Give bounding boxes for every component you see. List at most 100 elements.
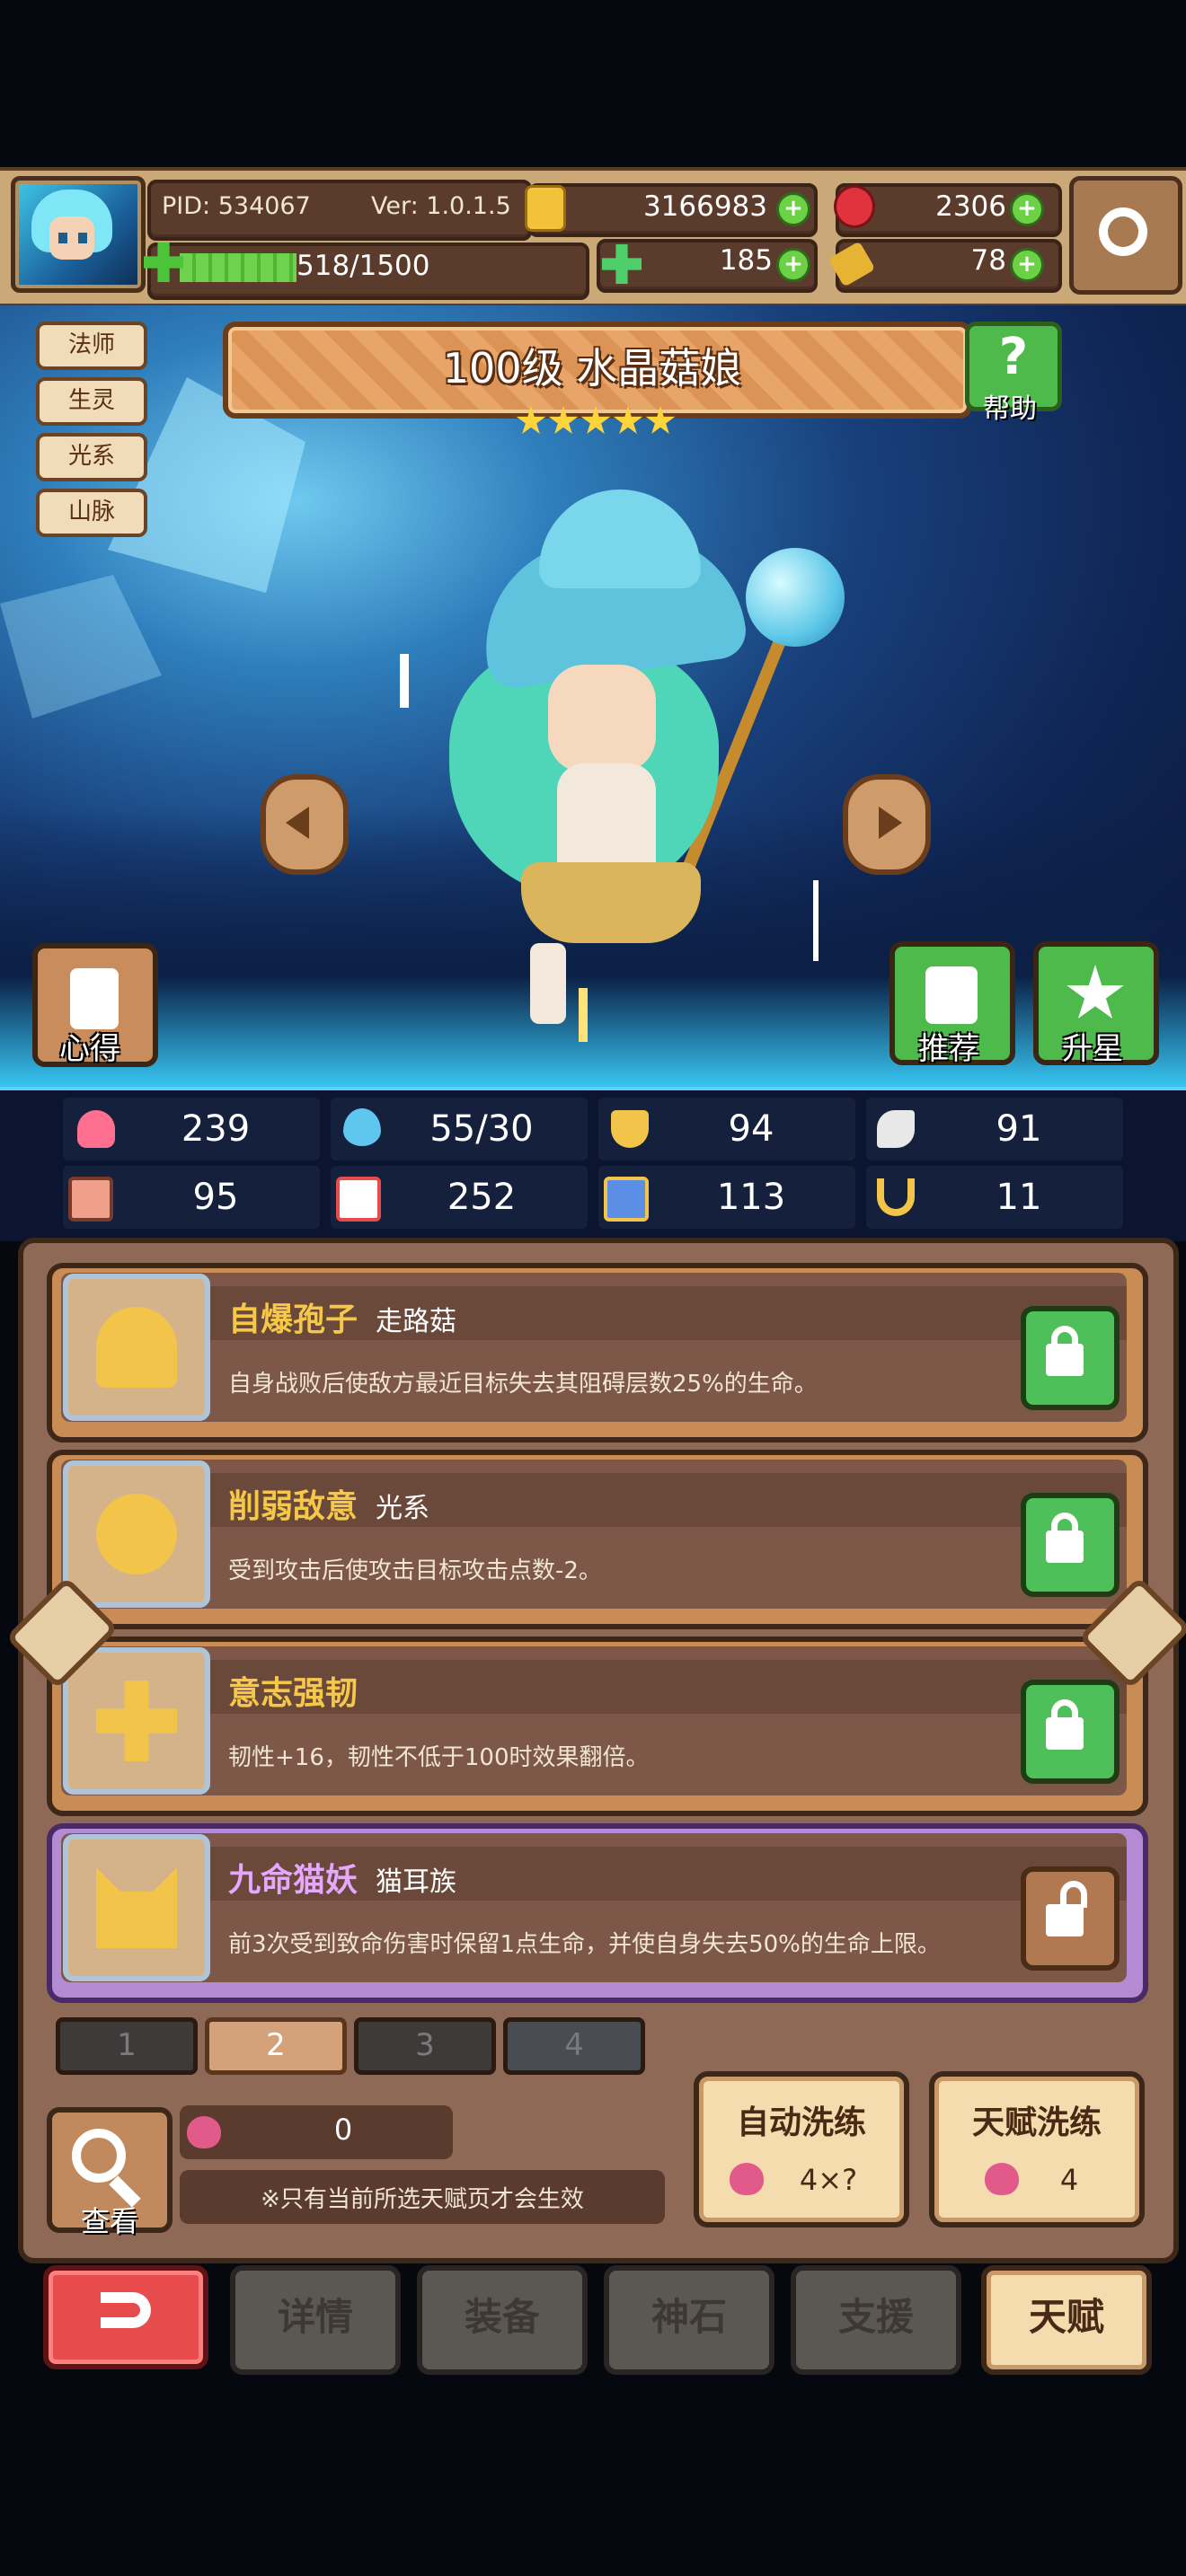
scroll-icon: [70, 968, 119, 1029]
talent-wash-title: 天赋洗练: [971, 2104, 1102, 2141]
player-id: PID: 534067: [162, 192, 311, 220]
unlock-icon: [1046, 1904, 1084, 1936]
gold-value: 3166983: [642, 190, 767, 223]
mushroom-icon: [96, 1307, 177, 1388]
question-icon: ?: [998, 328, 1029, 386]
arrow-right-icon: [879, 807, 902, 839]
shield-icon: [611, 1110, 649, 1148]
sparkle-icon: [579, 988, 588, 1042]
talent-description: 前3次受到致命伤害时保留1点生命，并使自身失去50%的生命上限。: [228, 1931, 941, 1958]
talent-lock-button[interactable]: [1021, 1306, 1120, 1410]
talent-lock-button[interactable]: [1021, 1680, 1120, 1784]
lock-icon: [1046, 1344, 1084, 1376]
book-icon: [336, 1177, 381, 1222]
stat-defense-value: 94: [728, 1108, 774, 1150]
arrow-left-icon: [286, 807, 309, 839]
add-clover-button[interactable]: +: [776, 248, 810, 282]
talent-page-tab-4[interactable]: 4: [503, 2017, 645, 2075]
talent-page-tab-3[interactable]: 3: [354, 2017, 496, 2075]
player-avatar[interactable]: [11, 176, 146, 293]
hero-tag-terrain: 山脉: [36, 489, 147, 537]
auto-wash-button[interactable]: 自动洗练 4×?: [694, 2071, 909, 2228]
fist-icon: [68, 1177, 113, 1222]
hero-tag-race: 生灵: [36, 377, 147, 426]
talent-icon-frame: [63, 1460, 210, 1608]
talent-source: 猫耳族: [376, 1866, 456, 1898]
game-version: Ver: 1.0.1.5: [371, 192, 511, 220]
view-label: 查看: [80, 2204, 138, 2238]
heroine-face: [548, 665, 656, 772]
back-button[interactable]: [43, 2265, 208, 2369]
stat-hp-value: 239: [181, 1108, 251, 1150]
stat-attack-value: 95: [192, 1177, 239, 1218]
drop-icon: [343, 1108, 381, 1146]
ruby-value: 2306: [935, 190, 1006, 223]
add-gold-button[interactable]: +: [776, 192, 810, 226]
add-key-button[interactable]: +: [1010, 248, 1044, 282]
next-hero-button[interactable]: [843, 774, 931, 875]
sun-icon: [96, 1494, 177, 1575]
nav-support[interactable]: 支援: [791, 2265, 961, 2375]
talent-source: 走路菇: [376, 1306, 456, 1337]
stat-mana-value: 55/30: [429, 1108, 534, 1150]
nav-details[interactable]: 详情: [230, 2265, 401, 2375]
avatar-eye: [58, 233, 67, 243]
talent-description: 自身战败后使敌方最近目标失去其阻碍层数25%的生命。: [228, 1371, 818, 1398]
nav-equipment[interactable]: 装备: [417, 2265, 588, 2375]
heroine-leg: [530, 943, 566, 1024]
talent-description: 受到攻击后使攻击目标攻击点数-2。: [228, 1557, 602, 1584]
talent-icon-frame: [63, 1647, 210, 1795]
talent-page-tab-2[interactable]: 2: [205, 2017, 347, 2075]
hero-name: 100级 水晶菇娘: [442, 344, 742, 393]
talent-name: 削弱敌意: [228, 1488, 358, 1525]
peach-icon: [730, 2163, 764, 2195]
peach-count: 0: [333, 2113, 353, 2147]
wing-icon: [877, 1110, 915, 1148]
cat-icon: [96, 1867, 177, 1948]
auto-wash-cost: 4×?: [799, 2163, 858, 2197]
heroine-skirt: [521, 862, 701, 943]
talent-lock-button[interactable]: [1021, 1493, 1120, 1597]
talent-name: 自爆孢子: [228, 1301, 358, 1338]
gear-icon: [1099, 207, 1147, 256]
peach-icon: [985, 2163, 1019, 2195]
talent-source: 光系: [376, 1493, 429, 1524]
nav-talent[interactable]: 天赋: [981, 2265, 1152, 2375]
horseshoe-icon: [877, 1178, 915, 1216]
avatar-face: [49, 216, 94, 260]
talent-wash-cost: 4: [1059, 2163, 1079, 2197]
xp-bar-fill: [180, 253, 296, 282]
key-value: 78: [970, 244, 1006, 277]
heroine-crystal-orb: [746, 548, 845, 647]
talent-wash-button[interactable]: 天赋洗练 4: [929, 2071, 1145, 2228]
recommend-label: 推荐: [918, 1031, 979, 1067]
lock-icon: [1046, 1717, 1084, 1750]
talent-unlock-button[interactable]: [1021, 1866, 1120, 1971]
hero-tag-class: 法师: [36, 322, 147, 370]
talent-page-tab-1[interactable]: 1: [56, 2017, 198, 2075]
boot-icon: [604, 1177, 649, 1222]
magnifier-icon: [72, 2129, 126, 2183]
nav-divine-stone[interactable]: 神石: [604, 2265, 774, 2375]
talent-icon-frame: [63, 1274, 210, 1421]
xp-text: 518/1500: [296, 250, 430, 282]
stat-magic-value: 252: [447, 1177, 517, 1218]
heart-icon: [77, 1110, 115, 1148]
add-ruby-button[interactable]: +: [1010, 192, 1044, 226]
stat-speed-value: 91: [996, 1108, 1042, 1150]
avatar-eye: [78, 233, 87, 243]
sparkle-icon: [813, 880, 819, 961]
lock-icon: [1046, 1531, 1084, 1563]
return-arrow-icon: [101, 2292, 151, 2328]
hero-tag-element: 光系: [36, 433, 147, 481]
auto-wash-title: 自动洗练: [736, 2104, 866, 2141]
cross-icon: [96, 1681, 177, 1761]
settings-button[interactable]: [1069, 176, 1182, 295]
talent-page-note: ※只有当前所选天赋页才会生效: [261, 2186, 584, 2213]
prev-hero-button[interactable]: [261, 774, 349, 875]
help-label: 帮助: [983, 393, 1037, 425]
clover-value: 185: [719, 244, 773, 277]
talent-icon-frame: [63, 1834, 210, 1981]
thumbs-up-icon: [925, 966, 978, 1024]
ruby-gem-icon: [834, 185, 875, 228]
